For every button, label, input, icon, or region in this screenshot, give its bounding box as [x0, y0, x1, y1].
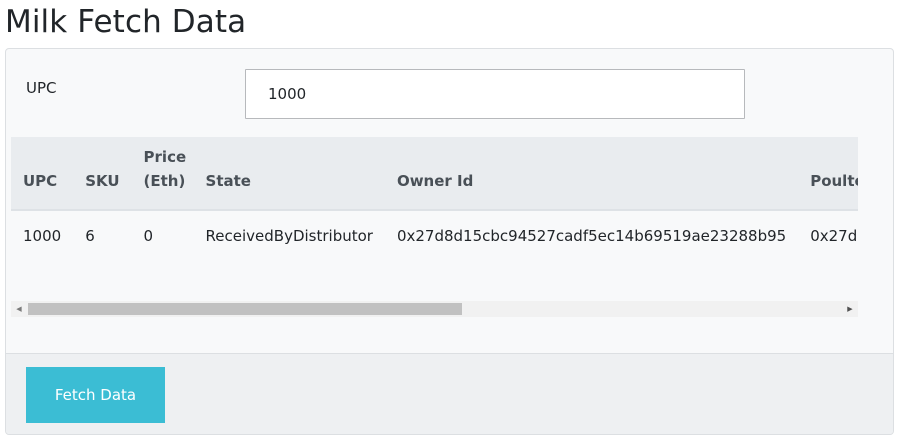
cell-state: ReceivedByDistributor [205, 227, 373, 245]
table-header-row: UPC SKU Price (Eth) State Owner Id Poult… [11, 137, 858, 211]
table-row: 1000 6 0 ReceivedByDistributor 0x27d8d15… [11, 210, 858, 261]
cell-poulterer-id: 0x27d8d15cbc94527cadf5ec14b69519ae23288b… [810, 227, 858, 245]
table-container: UPC SKU Price (Eth) State Owner Id Poult… [11, 137, 858, 319]
header-state: State [193, 137, 385, 211]
header-poulterer-id: Poulterer Id [798, 137, 858, 211]
header-price-label: Price (Eth) [143, 148, 187, 190]
card-footer: Fetch Data [6, 353, 893, 434]
cell-owner-id: 0x27d8d15cbc94527cadf5ec14b69519ae23288b… [396, 227, 787, 245]
page-title: Milk Fetch Data [5, 4, 247, 40]
upc-label: UPC [26, 79, 57, 97]
milk-data-table: UPC SKU Price (Eth) State Owner Id Poult… [11, 137, 858, 261]
upc-input[interactable] [245, 69, 745, 119]
header-owner-id: Owner Id [384, 137, 799, 211]
horizontal-scrollbar[interactable]: ◀ ▶ [11, 301, 858, 317]
fetch-data-button[interactable]: Fetch Data [26, 367, 165, 423]
scroll-right-arrow-icon[interactable]: ▶ [842, 301, 858, 317]
cell-upc: 1000 [23, 227, 62, 245]
cell-price: 0 [143, 227, 154, 245]
fetch-card: UPC UPC SKU Price (Eth) State Owner Id P… [5, 48, 894, 435]
header-upc: UPC [11, 137, 74, 211]
header-price: Price (Eth) [131, 137, 194, 211]
scrollbar-thumb[interactable] [28, 303, 462, 315]
header-sku: SKU [73, 137, 132, 211]
cell-sku: 6 [85, 227, 95, 245]
scroll-left-arrow-icon[interactable]: ◀ [11, 301, 27, 317]
